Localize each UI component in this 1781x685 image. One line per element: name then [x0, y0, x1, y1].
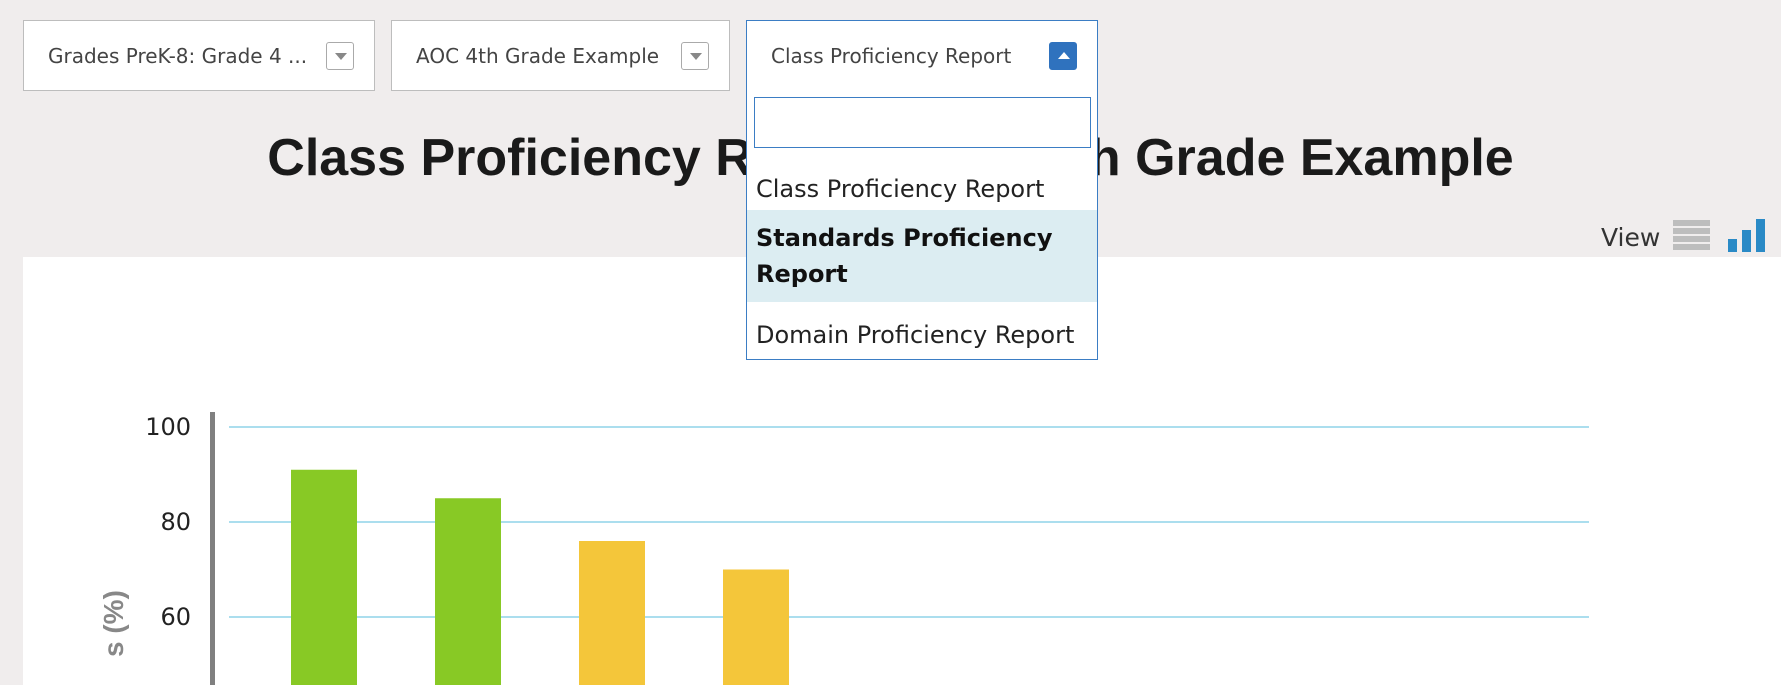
bar: [579, 541, 645, 685]
report-option-domain[interactable]: Domain Proficiency Report: [747, 311, 1097, 359]
report-option-standards[interactable]: Standards Proficiency Report: [747, 210, 1097, 302]
class-select-value: AOC 4th Grade Example: [416, 43, 660, 68]
chevron-down-icon[interactable]: [681, 42, 709, 70]
chevron-down-icon[interactable]: [326, 42, 354, 70]
report-dropdown: Class Proficiency Report Standards Profi…: [746, 90, 1098, 360]
y-tick-label: 80: [160, 508, 191, 536]
bar: [723, 569, 789, 685]
y-axis-label: s (%): [98, 590, 129, 657]
report-select[interactable]: Class Proficiency Report: [746, 20, 1098, 91]
list-view-icon[interactable]: [1673, 220, 1710, 251]
bar: [435, 498, 501, 685]
report-select-value: Class Proficiency Report: [771, 43, 1012, 68]
bar: [291, 469, 357, 685]
y-tick-label: 60: [160, 603, 191, 631]
bar-chart-icon[interactable]: [1728, 219, 1766, 252]
report-search-input[interactable]: [754, 97, 1091, 148]
chevron-up-icon[interactable]: [1049, 42, 1077, 70]
grade-select-value: Grades PreK-8: Grade 4 ...: [48, 43, 308, 68]
class-select[interactable]: AOC 4th Grade Example: [391, 20, 730, 91]
view-label: View: [1601, 223, 1661, 252]
grade-select[interactable]: Grades PreK-8: Grade 4 ...: [23, 20, 375, 91]
y-tick-label: 100: [145, 413, 191, 441]
y-axis-line: [210, 412, 215, 685]
report-option-class[interactable]: Class Proficiency Report: [747, 162, 1097, 216]
